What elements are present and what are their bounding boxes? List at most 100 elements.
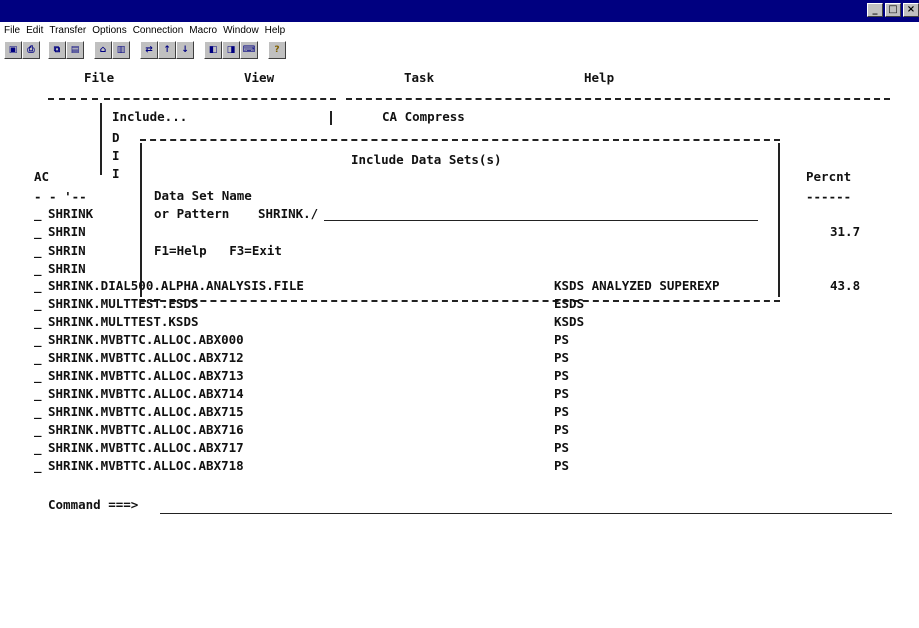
screen-menu-task[interactable]: Task [404, 69, 434, 87]
row-select-marker[interactable]: _ [34, 260, 42, 278]
receive-file-icon[interactable]: ↓ [176, 41, 194, 59]
row-data-set-name: SHRINK.MVBTTC.ALLOC.ABX716 [48, 422, 244, 437]
row-percent: 43.8 [830, 278, 861, 293]
row-select-marker[interactable]: _ [34, 385, 42, 403]
dialog-right-border [778, 143, 780, 297]
send-icon[interactable]: ⇄ [140, 41, 158, 59]
close-button[interactable]: × [903, 3, 919, 17]
dialog-left-border [140, 143, 142, 297]
partial-row-name: SHRIN [48, 261, 86, 276]
row-select-marker[interactable]: _ [34, 367, 42, 385]
minimize-button[interactable]: _ [867, 3, 883, 17]
menu-connection[interactable]: Connection [133, 22, 190, 39]
screen-menu-view[interactable]: View [244, 69, 274, 87]
row-select-marker[interactable]: _ [34, 242, 42, 260]
pulldown-item-include[interactable]: Include... [112, 108, 187, 126]
row-data-set-type: KSDS [554, 314, 585, 329]
pulldown-divider [330, 111, 332, 125]
header-separator: - - '-- [34, 189, 87, 204]
command-label: Command ===> [48, 497, 139, 512]
row-data-set-name: SHRINK.DIAL500.ALPHA.ANALYSIS.FILE [48, 278, 304, 293]
pulldown-item-ca-compress[interactable]: CA Compress [382, 108, 465, 126]
open-icon[interactable]: ⌂ [94, 41, 112, 59]
record-icon[interactable]: ◨ [222, 41, 240, 59]
pulldown-letter: I [112, 148, 120, 163]
partial-row-percent: 31.7 [830, 224, 861, 239]
screen-icon[interactable]: ▣ [4, 41, 22, 59]
dialog-label-data-set-name: Data Set Name [154, 188, 252, 203]
row-data-set-type: PS [554, 386, 570, 401]
save-icon[interactable]: ▥ [112, 41, 130, 59]
column-header-percent: Percnt [806, 169, 852, 184]
row-select-marker[interactable]: _ [34, 403, 42, 421]
copy-icon[interactable]: ⧉ [48, 41, 66, 59]
paste-icon[interactable]: ▤ [66, 41, 84, 59]
partial-row-name: SHRIN [48, 243, 86, 258]
row-data-set-type: PS [554, 440, 570, 455]
row-data-set-type: ESDS [554, 296, 585, 311]
row-data-set-type: PS [554, 404, 570, 419]
row-data-set-type: PS [554, 332, 570, 347]
toolbar: ▣ ⎙ ⧉ ▤ ⌂ ▥ ⇄ ↑ ↓ ◧ ◨ ⌨ ? [0, 39, 919, 63]
row-select-marker[interactable]: _ [34, 439, 42, 457]
row-select-marker[interactable]: _ [34, 277, 42, 295]
partial-row-name: SHRINK [48, 206, 94, 221]
row-data-set-type: PS [554, 422, 570, 437]
pulldown-left-border [100, 103, 102, 175]
window-controls: _ □ × [867, 3, 919, 17]
menu-help[interactable]: Help [265, 22, 292, 39]
row-select-marker[interactable]: _ [34, 457, 42, 475]
row-select-marker[interactable]: _ [34, 331, 42, 349]
menu-macro[interactable]: Macro [189, 22, 223, 39]
partial-row-name: SHRIN [48, 224, 86, 239]
row-data-set-name: SHRINK.MVBTTC.ALLOC.ABX000 [48, 332, 244, 347]
pattern-input[interactable]: SHRINK./ [258, 205, 318, 223]
screen-menu-file[interactable]: File [84, 69, 114, 87]
pulldown-letter: I [112, 166, 120, 181]
menu-options[interactable]: Options [92, 22, 132, 39]
dialog-top-border [140, 139, 780, 141]
row-select-marker[interactable]: _ [34, 205, 42, 223]
row-data-set-name: SHRINK.MVBTTC.ALLOC.ABX718 [48, 458, 244, 473]
dialog-bottom-border [140, 300, 780, 302]
separator-line [346, 98, 890, 100]
row-data-set-type: PS [554, 368, 570, 383]
help-icon[interactable]: ? [268, 41, 286, 59]
window-title-bar: _ □ × [0, 0, 919, 22]
row-data-set-name: SHRINK.MULTTEST.ESDS [48, 296, 199, 311]
keyboard-icon[interactable]: ⌨ [240, 41, 258, 59]
pattern-input-underline [324, 220, 758, 221]
row-data-set-name: SHRINK.MVBTTC.ALLOC.ABX712 [48, 350, 244, 365]
maximize-button[interactable]: □ [885, 3, 901, 17]
separator-line [104, 98, 336, 100]
menu-bar: File Edit Transfer Options Connection Ma… [0, 22, 919, 39]
row-select-marker[interactable]: _ [34, 295, 42, 313]
screen-menu-help[interactable]: Help [584, 69, 614, 87]
row-data-set-type: PS [554, 458, 570, 473]
column-header-ac: AC [34, 169, 50, 184]
row-select-marker[interactable]: _ [34, 313, 42, 331]
row-data-set-type: PS [554, 350, 570, 365]
menu-edit[interactable]: Edit [26, 22, 49, 39]
percent-separator: ------ [806, 189, 852, 204]
print-icon[interactable]: ⎙ [22, 41, 40, 59]
row-select-marker[interactable]: _ [34, 421, 42, 439]
row-data-set-name: SHRINK.MVBTTC.ALLOC.ABX713 [48, 368, 244, 383]
macro-icon[interactable]: ◧ [204, 41, 222, 59]
command-input[interactable] [160, 513, 892, 514]
row-data-set-name: SHRINK.MVBTTC.ALLOC.ABX714 [48, 386, 244, 401]
dialog-function-keys[interactable]: F1=Help F3=Exit [154, 242, 282, 260]
row-data-set-name: SHRINK.MULTTEST.KSDS [48, 314, 199, 329]
dialog-label-pattern: or Pattern [154, 206, 230, 221]
row-data-set-type: KSDS ANALYZED SUPEREXP [554, 278, 720, 293]
menu-window[interactable]: Window [223, 22, 265, 39]
terminal-screen: File View Task Help Include... CA Compre… [0, 63, 919, 628]
separator-line [48, 98, 98, 100]
menu-file[interactable]: File [4, 22, 26, 39]
menu-transfer[interactable]: Transfer [49, 22, 92, 39]
pulldown-letter: D [112, 130, 120, 145]
row-select-marker[interactable]: _ [34, 349, 42, 367]
row-data-set-name: SHRINK.MVBTTC.ALLOC.ABX715 [48, 404, 244, 419]
send-file-icon[interactable]: ↑ [158, 41, 176, 59]
row-select-marker[interactable]: _ [34, 223, 42, 241]
